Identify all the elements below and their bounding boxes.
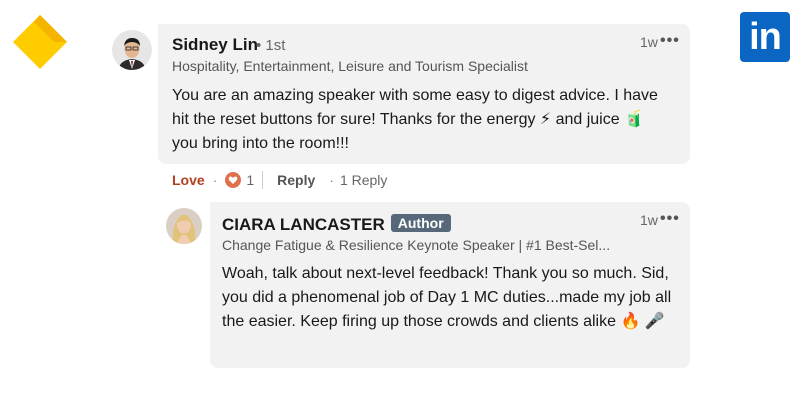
heart-reaction-icon[interactable] — [225, 172, 242, 188]
person-photo-icon — [166, 208, 202, 244]
actions-divider — [262, 171, 264, 189]
comment-time: 1w — [640, 34, 658, 50]
connection-degree: • 1st — [256, 37, 286, 54]
more-options-icon[interactable]: ••• — [660, 210, 680, 228]
linkedin-logo[interactable]: in — [740, 12, 790, 62]
brand-diamond-logo — [13, 15, 67, 69]
comment-text: You are an amazing speaker with some eas… — [172, 87, 658, 152]
avatar-ciara[interactable] — [166, 208, 202, 244]
avatar-sidney[interactable] — [112, 30, 152, 70]
author-badge: Author — [390, 214, 451, 232]
separator-dot-2: · — [329, 172, 334, 188]
person-photo-icon — [112, 30, 152, 70]
reply-headline: Change Fatigue & Resilience Keynote Spea… — [222, 237, 611, 253]
more-options-icon[interactable]: ••• — [660, 32, 680, 50]
reply-author: CIARA LANCASTER Author — [222, 214, 451, 235]
reply-time: 1w — [640, 212, 658, 228]
reaction-count[interactable]: 1 — [246, 172, 254, 188]
reply-text: Woah, talk about next-level feedback! Th… — [222, 265, 672, 330]
love-reaction-button[interactable]: Love — [172, 172, 205, 188]
linkedin-logo-text: in — [749, 16, 782, 58]
reply-author-name[interactable]: CIARA LANCASTER — [222, 215, 385, 234]
reply-button[interactable]: Reply — [277, 172, 315, 188]
comment-headline: Hospitality, Entertainment, Leisure and … — [172, 58, 528, 74]
comment-author[interactable]: Sidney Lin — [172, 35, 258, 55]
replies-count-link[interactable]: 1 Reply — [340, 172, 387, 188]
comment-actions: Love · 1 Reply · 1 Reply — [172, 170, 387, 190]
separator-dot: · — [212, 172, 218, 188]
